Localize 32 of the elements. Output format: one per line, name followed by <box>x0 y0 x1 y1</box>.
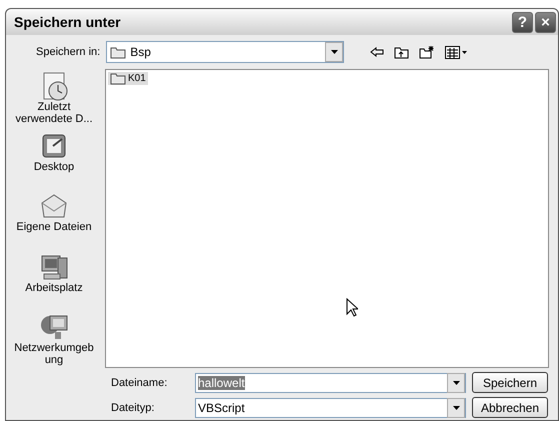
caret-icon <box>452 406 460 410</box>
cancel-button[interactable]: Abbrechen <box>472 397 548 418</box>
computer-icon <box>42 255 68 280</box>
view-menu-icon[interactable] <box>445 46 468 58</box>
save-button[interactable]: Speichern <box>472 372 548 393</box>
places-item[interactable]: Desktop <box>8 131 100 188</box>
back-arrow-icon[interactable] <box>370 47 384 57</box>
mouse-pointer-icon <box>346 298 358 317</box>
filename-label: Dateiname: <box>111 376 168 388</box>
location-label: Speichern in: <box>36 46 100 58</box>
close-button[interactable]: × <box>535 12 556 32</box>
help-button[interactable]: ? <box>512 12 533 32</box>
filetype-label: Dateityp: <box>111 402 156 414</box>
places-item[interactable]: Netzwerkumgeb ung <box>8 312 100 368</box>
desktop-icon <box>42 134 66 158</box>
clock-document-icon <box>44 72 68 100</box>
folder-up-icon[interactable] <box>394 46 410 58</box>
caret-icon <box>452 380 460 384</box>
folder-icon <box>110 46 126 58</box>
folder-icon <box>110 72 126 85</box>
places-item[interactable]: Eigene Dateien <box>8 191 100 248</box>
folder-item[interactable]: K01 <box>108 72 148 85</box>
location-dropdown[interactable]: Bsp <box>106 41 344 63</box>
filename-field[interactable]: hallowelt <box>195 372 466 392</box>
filetype-dropdown[interactable]: VBScript <box>195 398 466 418</box>
caret-icon <box>330 50 338 54</box>
window-title: Speichern unter <box>14 14 122 30</box>
new-folder-icon[interactable] <box>419 45 436 59</box>
places-item[interactable]: Arbeitsplatz <box>8 252 100 308</box>
network-computer-icon <box>41 315 68 339</box>
places-item[interactable]: Zuletzt verwendete D... <box>8 71 100 128</box>
folder-document-icon <box>41 194 67 218</box>
